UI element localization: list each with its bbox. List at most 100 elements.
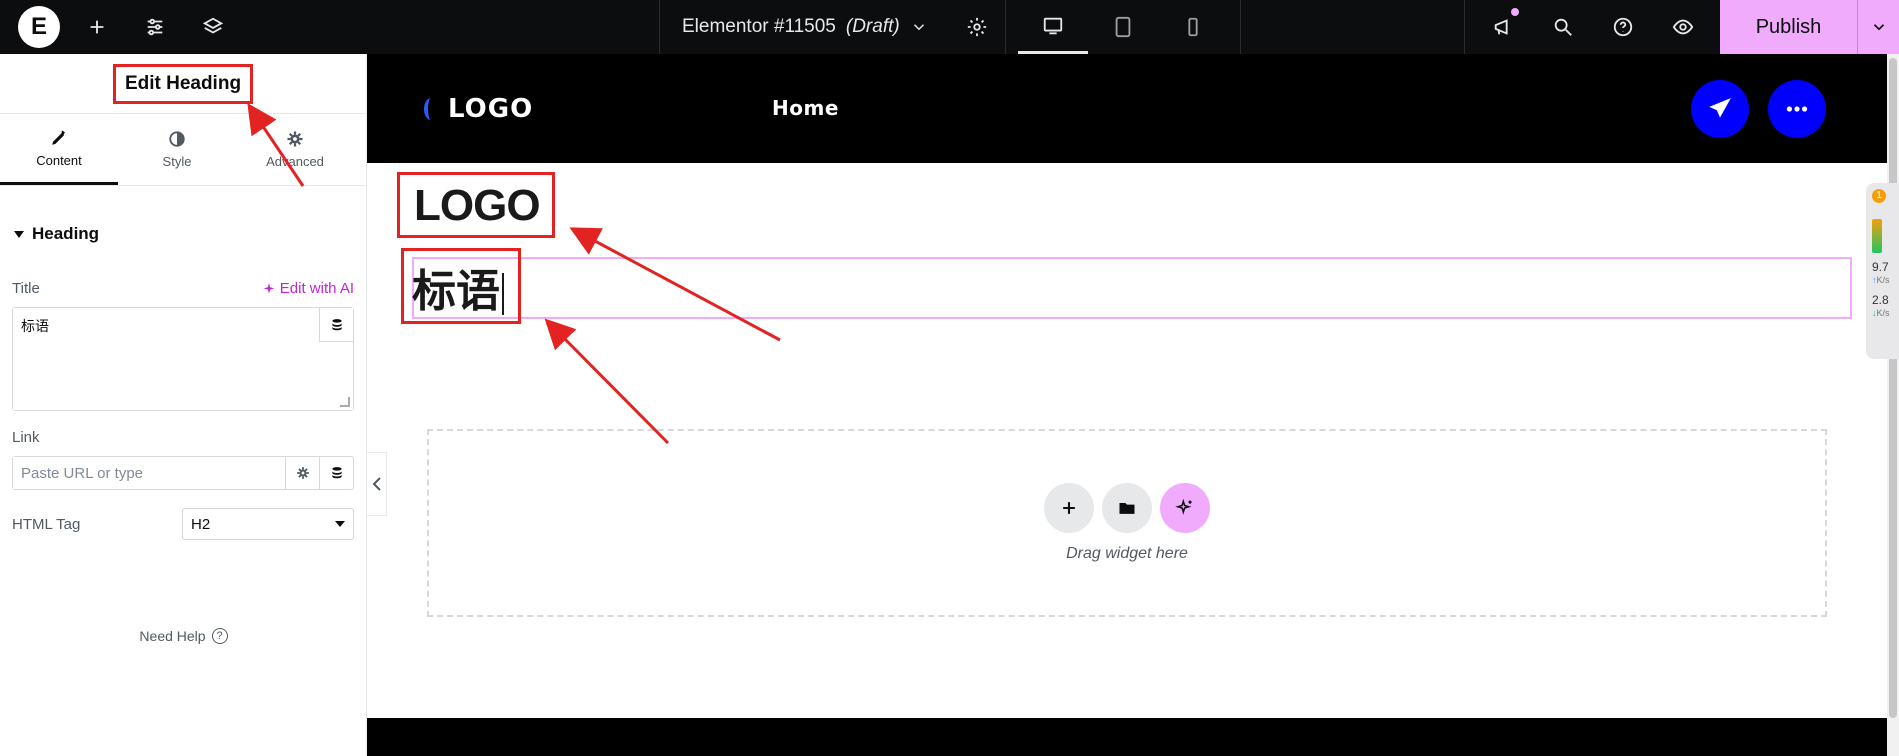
title-field-header: Title Edit with AI: [0, 280, 366, 297]
mobile-icon: [1188, 17, 1198, 37]
elementor-logo-icon[interactable]: E: [18, 6, 60, 48]
need-help-link[interactable]: Need Help ?: [0, 628, 367, 644]
help-button[interactable]: [1593, 0, 1653, 54]
editor-topbar: E Elementor #11505 (Draft) Publish: [0, 0, 1899, 54]
title-textarea[interactable]: 标语: [13, 308, 353, 410]
add-template-button[interactable]: [1102, 483, 1152, 533]
database-icon: [331, 467, 342, 479]
tab-content[interactable]: Content: [0, 114, 118, 185]
ellipsis-icon: [1786, 106, 1808, 112]
layers-icon: [202, 17, 224, 34]
site-logo[interactable]: LOGO: [424, 94, 533, 124]
html-tag-select[interactable]: H2: [182, 508, 354, 540]
caret-down-icon: [335, 521, 345, 527]
desktop-icon: [1043, 17, 1062, 34]
resize-handle[interactable]: [340, 397, 350, 407]
mobile-mode-button[interactable]: [1158, 0, 1228, 54]
folder-icon: [1119, 503, 1135, 514]
title-label: Title: [12, 280, 40, 297]
drop-zone[interactable]: Drag widget here: [427, 429, 1827, 617]
link-options-button[interactable]: [285, 457, 319, 489]
heading-slogan-text: 标语: [412, 266, 500, 317]
page-settings-button[interactable]: [950, 0, 1006, 54]
chevron-down-icon: [1873, 24, 1884, 31]
section-heading-toggle[interactable]: Heading: [0, 224, 366, 244]
more-button[interactable]: [1768, 80, 1826, 138]
tab-style[interactable]: Style: [118, 114, 236, 185]
download-value: 2.8: [1872, 293, 1889, 307]
canvas-scrollbar[interactable]: [1887, 54, 1899, 756]
html-tag-value: H2: [191, 515, 211, 533]
plus-icon: [1063, 502, 1075, 514]
search-icon: [1554, 18, 1572, 36]
link-label: Link: [12, 429, 40, 446]
topbar-center-group: Elementor #11505 (Draft): [659, 0, 1241, 54]
eye-icon: [1672, 19, 1694, 35]
responsive-mode-switcher: [1006, 0, 1241, 54]
heading-widget-logo[interactable]: LOGO: [397, 172, 555, 238]
speed-meter-bar: [1872, 219, 1882, 253]
sliders-icon: [147, 18, 163, 36]
upload-value: 9.7: [1872, 260, 1889, 274]
pencil-icon: [52, 130, 65, 145]
site-settings-button[interactable]: [126, 0, 184, 54]
finder-button[interactable]: [1533, 0, 1593, 54]
document-status: (Draft): [845, 16, 900, 37]
title-textarea-wrapper: 标语: [12, 307, 354, 411]
link-input[interactable]: [13, 457, 285, 489]
desktop-mode-button[interactable]: [1017, 0, 1088, 54]
tab-label: Style: [162, 154, 192, 169]
sparkle-icon: [263, 282, 275, 294]
megaphone-icon: [1494, 19, 1508, 35]
selected-widget-outline: [412, 257, 1852, 319]
html-tag-label: HTML Tag: [12, 515, 81, 533]
drop-zone-text: Drag widget here: [1066, 545, 1188, 562]
download-speed: 2.8 ↓K/s: [1872, 294, 1899, 319]
preview-button[interactable]: [1653, 0, 1713, 54]
need-help-label: Need Help: [139, 628, 206, 644]
tab-label: Content: [36, 152, 82, 168]
scroll-thumb[interactable]: [1889, 58, 1897, 718]
add-element-button[interactable]: [68, 0, 126, 54]
upload-speed: 9.7 ↑K/s: [1872, 261, 1899, 286]
heading-widget-slogan[interactable]: 标语: [401, 248, 521, 324]
site-header[interactable]: LOGO Home: [367, 54, 1887, 163]
half-circle-icon: [169, 131, 185, 147]
chevron-down-icon: [913, 24, 924, 31]
nav-item-home[interactable]: Home: [772, 96, 839, 120]
caret-down-icon: [14, 230, 24, 238]
add-section-button[interactable]: [1044, 483, 1094, 533]
structure-button[interactable]: [184, 0, 242, 54]
help-circle-icon: ?: [211, 628, 228, 644]
document-title-dropdown[interactable]: Elementor #11505 (Draft): [659, 0, 950, 54]
publish-button[interactable]: Publish: [1720, 0, 1857, 54]
logo-mark-icon: [424, 98, 438, 120]
link-dynamic-tags-button[interactable]: [319, 457, 353, 489]
panel-tabs: Content Style Advanced: [0, 114, 366, 186]
topbar-right-group: [1464, 0, 1713, 54]
site-footer[interactable]: [367, 718, 1887, 756]
send-button[interactable]: [1691, 80, 1749, 138]
publish-options-button[interactable]: [1857, 0, 1899, 54]
text-cursor: [502, 273, 504, 315]
collapse-panel-button[interactable]: [367, 452, 387, 516]
editor-panel: Edit Heading Content Style Advanced Head…: [0, 54, 367, 756]
html-tag-row: HTML Tag H2: [0, 508, 366, 540]
dynamic-tags-button[interactable]: [319, 308, 353, 342]
question-icon: [1613, 17, 1633, 37]
publish-group: Publish: [1720, 0, 1899, 54]
drop-zone-buttons: [1044, 483, 1210, 533]
download-unit: K/s: [1876, 308, 1890, 318]
edit-with-ai-button[interactable]: Edit with AI: [262, 280, 354, 297]
tablet-mode-button[interactable]: [1088, 0, 1158, 54]
panel-header: Edit Heading: [0, 54, 366, 114]
tab-label: Advanced: [266, 154, 324, 169]
network-speed-widget[interactable]: 1 9.7 ↑K/s 2.8 ↓K/s: [1866, 183, 1899, 359]
upload-unit: K/s: [1876, 275, 1890, 285]
tab-advanced[interactable]: Advanced: [236, 114, 354, 185]
tablet-icon: [1115, 16, 1131, 38]
ai-generate-button[interactable]: [1160, 483, 1210, 533]
database-icon: [331, 318, 342, 330]
whats-new-button[interactable]: [1473, 0, 1533, 54]
document-title: Elementor #11505: [682, 16, 836, 37]
